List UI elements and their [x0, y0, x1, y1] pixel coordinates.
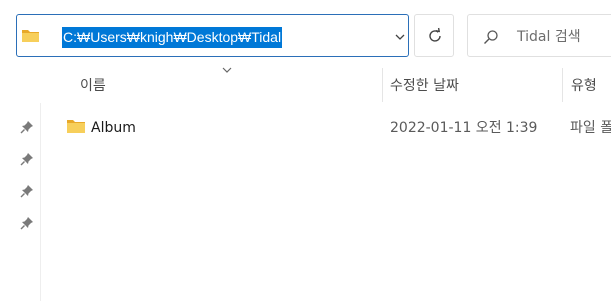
search-box[interactable]: Tidal 검색	[467, 14, 611, 57]
chevron-down-icon[interactable]	[393, 30, 407, 44]
pin-icon[interactable]	[20, 184, 34, 198]
nav-pane-divider[interactable]	[40, 103, 41, 301]
column-header-date-modified[interactable]: 수정한 날짜	[390, 76, 459, 96]
search-icon	[484, 30, 498, 44]
file-name[interactable]: Album	[91, 118, 136, 138]
pin-icon[interactable]	[20, 216, 34, 230]
address-path[interactable]: C:₩Users₩knigh₩Desktop₩Tidal	[62, 27, 283, 48]
refresh-icon	[429, 27, 441, 42]
pin-icon[interactable]	[20, 152, 34, 166]
pin-icon[interactable]	[20, 120, 34, 134]
address-bar[interactable]: C:₩Users₩knigh₩Desktop₩Tidal	[16, 14, 409, 57]
sort-indicator-icon	[222, 67, 232, 73]
column-divider[interactable]	[562, 68, 563, 102]
column-divider[interactable]	[382, 68, 383, 102]
file-type: 파일 폴	[570, 120, 611, 136]
column-header-name[interactable]: 이름	[80, 76, 106, 96]
column-header-type[interactable]: 유형	[571, 76, 597, 96]
folder-icon	[22, 30, 39, 42]
file-date-modified: 2022-01-11 오전 1:39	[390, 120, 538, 136]
search-placeholder: Tidal 검색	[517, 29, 581, 45]
folder-icon	[67, 120, 85, 133]
refresh-button[interactable]	[414, 14, 454, 57]
